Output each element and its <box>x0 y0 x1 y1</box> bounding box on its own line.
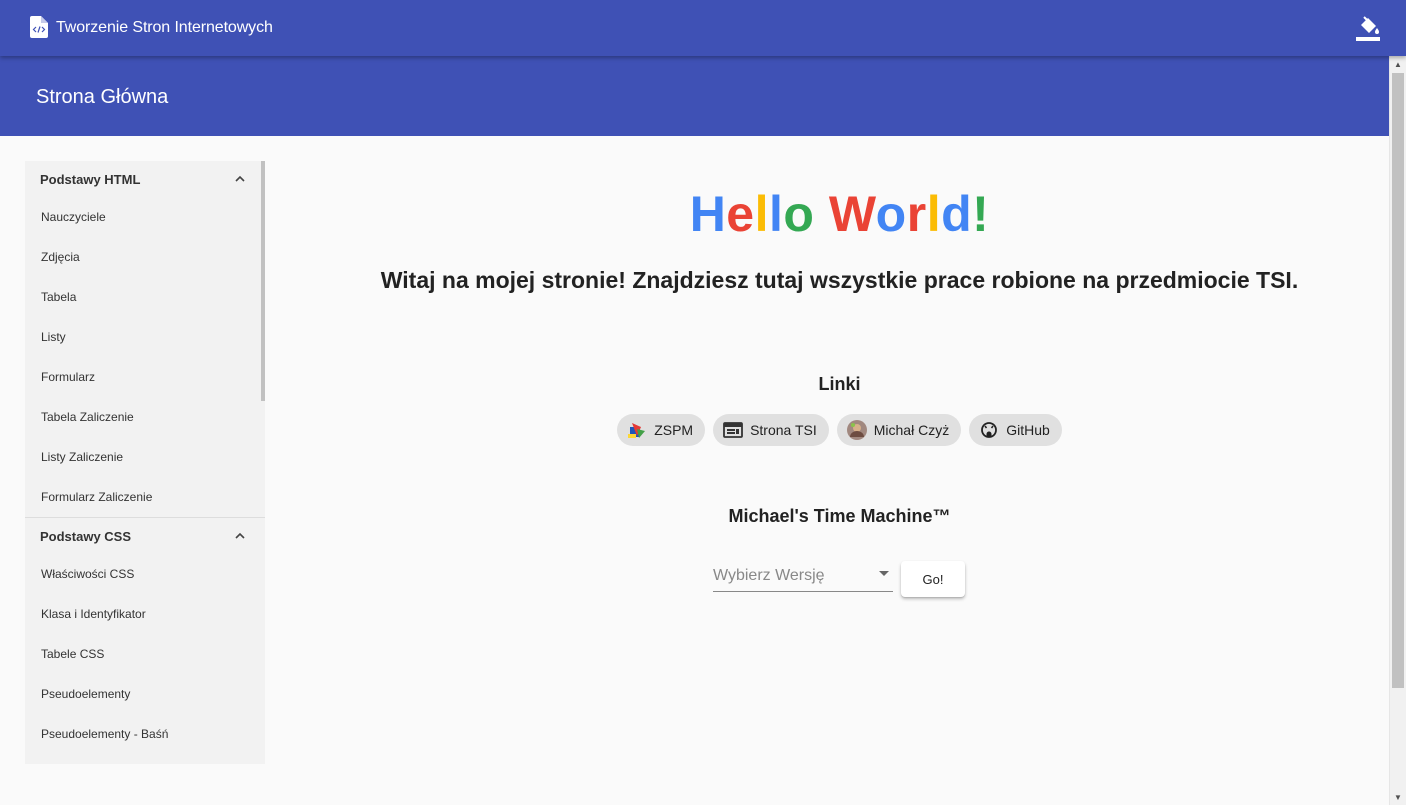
school-logo-icon <box>628 423 646 438</box>
hello-letter: l <box>769 186 784 242</box>
welcome-text: Witaj na mojej stronie! Znajdziesz tutaj… <box>380 267 1299 293</box>
top-toolbar: Tworzenie Stron Internetowych <box>0 0 1406 56</box>
sidebar-item-formularz[interactable]: Formularz <box>25 357 265 397</box>
chip-michal-czyz[interactable]: Michał Czyż <box>836 414 962 446</box>
app-title: Tworzenie Stron Internetowych <box>56 19 273 36</box>
sidebar-item-listy[interactable]: Listy <box>25 317 265 357</box>
chip-label: Michał Czyż <box>873 422 950 438</box>
time-machine-heading: Michael's Time Machine™ <box>728 506 951 526</box>
sidebar-item-tabele-css[interactable]: Tabele CSS <box>25 634 265 674</box>
hello-letter: l <box>754 186 770 242</box>
avatar-icon <box>846 420 867 440</box>
chip-strona-tsi[interactable]: Strona TSI <box>713 414 829 446</box>
hello-letter: o <box>783 186 815 242</box>
sidebar-item-pseudoelementy[interactable]: Pseudoelementy <box>25 674 265 714</box>
scroll-up-arrow-icon[interactable]: ▲ <box>1390 56 1406 72</box>
sidebar-item-pseudoelementy-basn[interactable]: Pseudoelementy - Baśń <box>25 714 265 754</box>
github-icon <box>981 422 998 438</box>
chevron-up-icon <box>235 175 245 182</box>
hello-letter: e <box>726 186 755 242</box>
page-scrollbar[interactable]: ▲ ▼ <box>1389 56 1406 805</box>
hello-letter: H <box>689 186 727 242</box>
chip-github[interactable]: GitHub <box>969 414 1062 446</box>
chip-label: ZSPM <box>654 422 694 438</box>
sidebar-item-klasa-i-identyfikator[interactable]: Klasa i Identyfikator <box>25 594 265 634</box>
chip-label: Strona TSI <box>750 422 817 438</box>
nav-group-css: Podstawy CSS Właściwości CSS Klasa i Ide… <box>25 517 265 754</box>
hello-letter: r <box>906 186 927 242</box>
hello-letter: d <box>941 186 973 242</box>
links-heading: Linki <box>818 374 861 394</box>
sidebar-item-listy-zaliczenie[interactable]: Listy Zaliczenie <box>25 437 265 477</box>
time-machine-controls: Wybierz Wersję Go! <box>713 561 973 597</box>
main-content: Hello World! Witaj na mojej stronie! Zna… <box>290 136 1389 805</box>
page-header: Strona Główna <box>0 56 1389 136</box>
sidebar-item-formularz-zaliczenie[interactable]: Formularz Zaliczenie <box>25 477 265 517</box>
hello-letter: o <box>875 186 907 242</box>
hello-letter: ! <box>972 186 990 242</box>
version-select-placeholder: Wybierz Wersję <box>713 567 825 584</box>
nav-group-title: Podstawy HTML <box>40 171 141 187</box>
version-select[interactable]: Wybierz Wersję <box>713 561 893 592</box>
code-file-icon <box>30 16 48 38</box>
sidebar-item-zdjecia[interactable]: Zdjęcia <box>25 237 265 277</box>
nav-group-html: Podstawy HTML Nauczyciele Zdjęcia Tabela… <box>25 161 265 517</box>
sidebar-item-wlasciwosci-css[interactable]: Właściwości CSS <box>25 554 265 594</box>
scroll-down-arrow-icon[interactable]: ▼ <box>1390 789 1406 805</box>
sidebar-item-nauczyciele[interactable]: Nauczyciele <box>25 197 265 237</box>
nav-group-title: Podstawy CSS <box>40 528 132 544</box>
sidebar-item-tabela[interactable]: Tabela <box>25 277 265 317</box>
paint-bucket-icon[interactable] <box>1352 12 1384 44</box>
dropdown-arrow-icon <box>879 571 889 576</box>
go-button[interactable]: Go! <box>901 561 965 597</box>
hello-letter: W <box>828 186 876 242</box>
sidebar-scrollbar[interactable] <box>261 161 265 401</box>
hello-letter <box>814 186 828 242</box>
scrollbar-thumb[interactable] <box>1392 73 1404 688</box>
link-chips: ZSPM Strona TSI Michał Czyż GitHub <box>290 414 1389 446</box>
chip-zspm[interactable]: ZSPM <box>617 414 706 446</box>
chip-label: GitHub <box>1006 422 1050 438</box>
sidebar-item-tabela-zaliczenie[interactable]: Tabela Zaliczenie <box>25 397 265 437</box>
chevron-up-icon <box>235 532 245 539</box>
page-title: Strona Główna <box>36 86 169 108</box>
nav-group-header-css[interactable]: Podstawy CSS <box>25 518 265 554</box>
web-icon <box>723 422 743 438</box>
sidebar-nav: Podstawy HTML Nauczyciele Zdjęcia Tabela… <box>25 161 265 764</box>
hello-world-heading: Hello World! <box>290 186 1389 242</box>
hello-letter: l <box>926 186 942 242</box>
nav-group-header-html[interactable]: Podstawy HTML <box>25 161 265 197</box>
